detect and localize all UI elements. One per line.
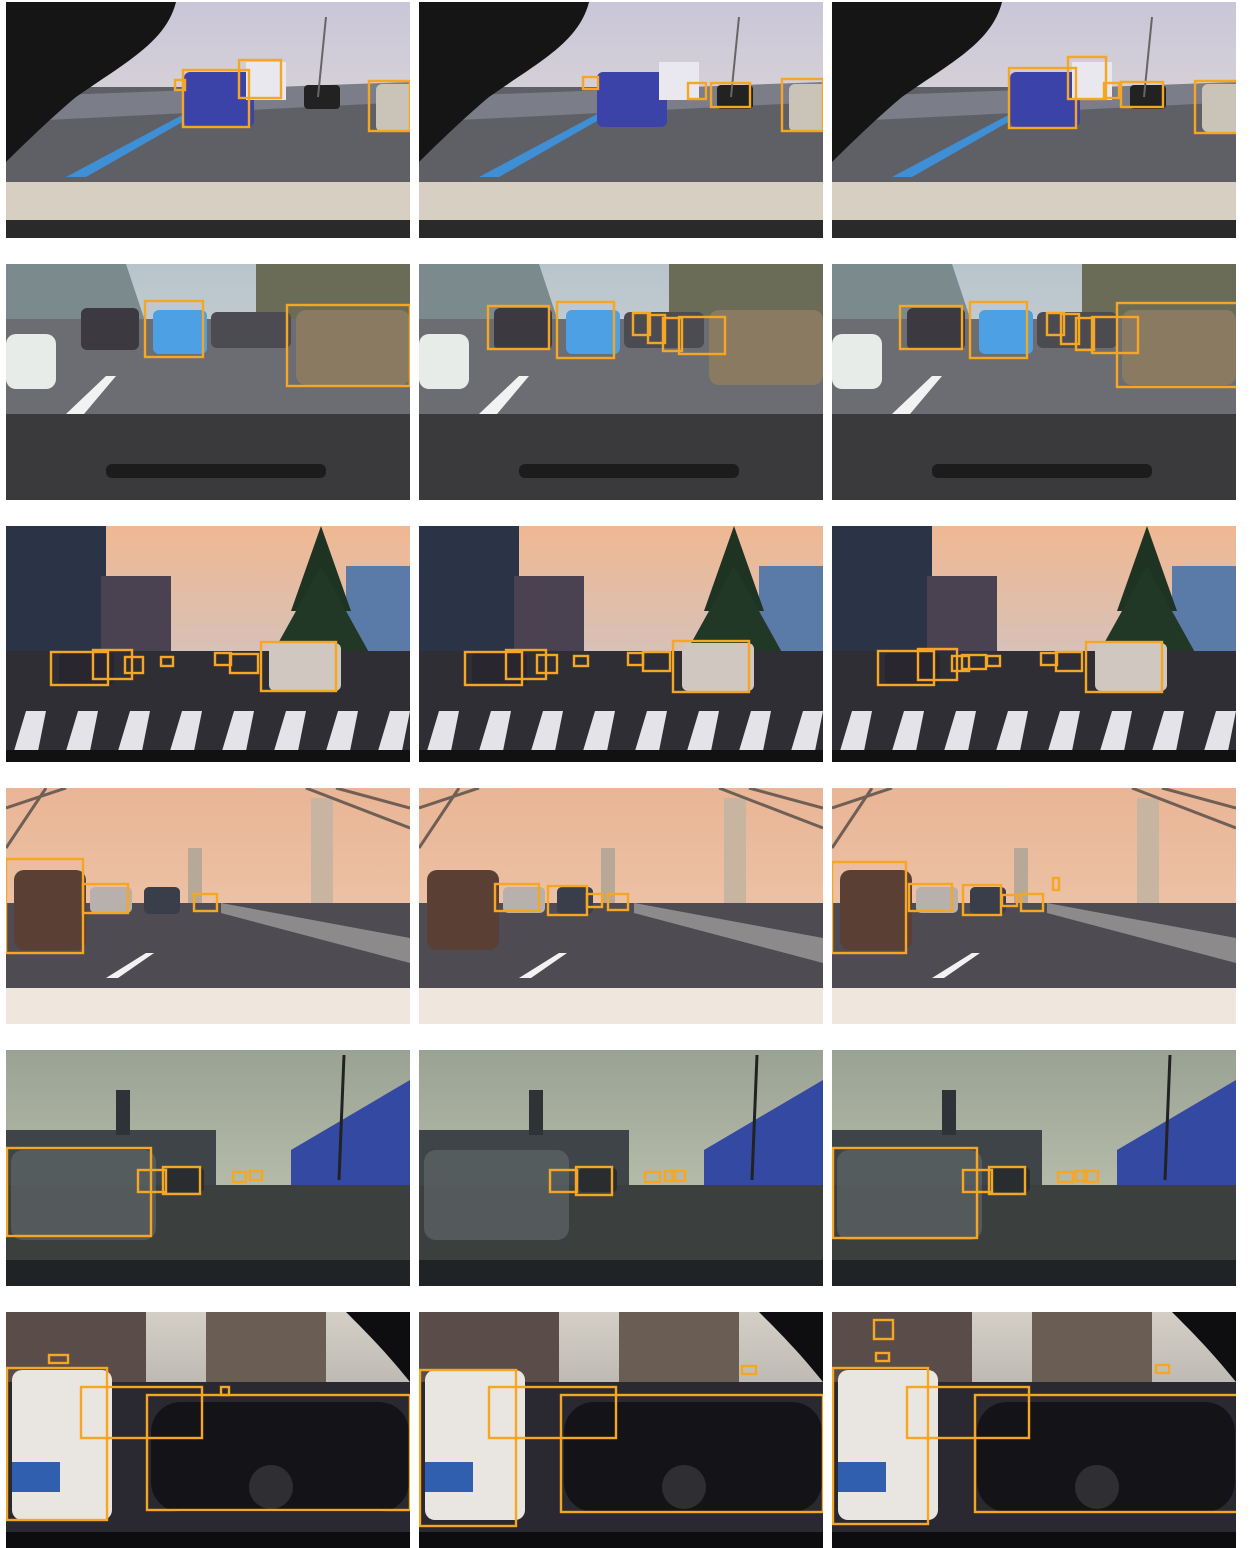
detection-panel (6, 526, 410, 762)
scene-photo (419, 1050, 823, 1286)
detection-panel (6, 788, 410, 1024)
detection-panel (832, 1050, 1236, 1286)
scene-photo (832, 2, 1236, 238)
scene-photo (832, 526, 1236, 762)
scene-photo (6, 1050, 410, 1286)
scene-photo (832, 1312, 1236, 1548)
detection-panel (419, 788, 823, 1024)
scene-photo (6, 264, 410, 500)
detection-panel (6, 264, 410, 500)
detection-panel (832, 526, 1236, 762)
detection-panel (419, 264, 823, 500)
scene-photo (6, 1312, 410, 1548)
detection-panel (832, 1312, 1236, 1548)
detection-panel (419, 2, 823, 238)
scene-photo (419, 788, 823, 1024)
scene-photo (6, 788, 410, 1024)
detection-panel (6, 2, 410, 238)
detection-panel (832, 264, 1236, 500)
detection-comparison-grid (0, 0, 1253, 1548)
scene-photo (419, 1312, 823, 1548)
scene-photo (6, 526, 410, 762)
scene-photo (419, 526, 823, 762)
detection-panel (419, 1050, 823, 1286)
detection-panel (419, 526, 823, 762)
detection-panel (6, 1050, 410, 1286)
scene-photo (832, 1050, 1236, 1286)
detection-panel (832, 2, 1236, 238)
scene-photo (832, 788, 1236, 1024)
detection-panel (6, 1312, 410, 1548)
scene-photo (419, 264, 823, 500)
detection-panel (419, 1312, 823, 1548)
detection-panel (832, 788, 1236, 1024)
scene-photo (419, 2, 823, 238)
scene-photo (832, 264, 1236, 500)
scene-photo (6, 2, 410, 238)
